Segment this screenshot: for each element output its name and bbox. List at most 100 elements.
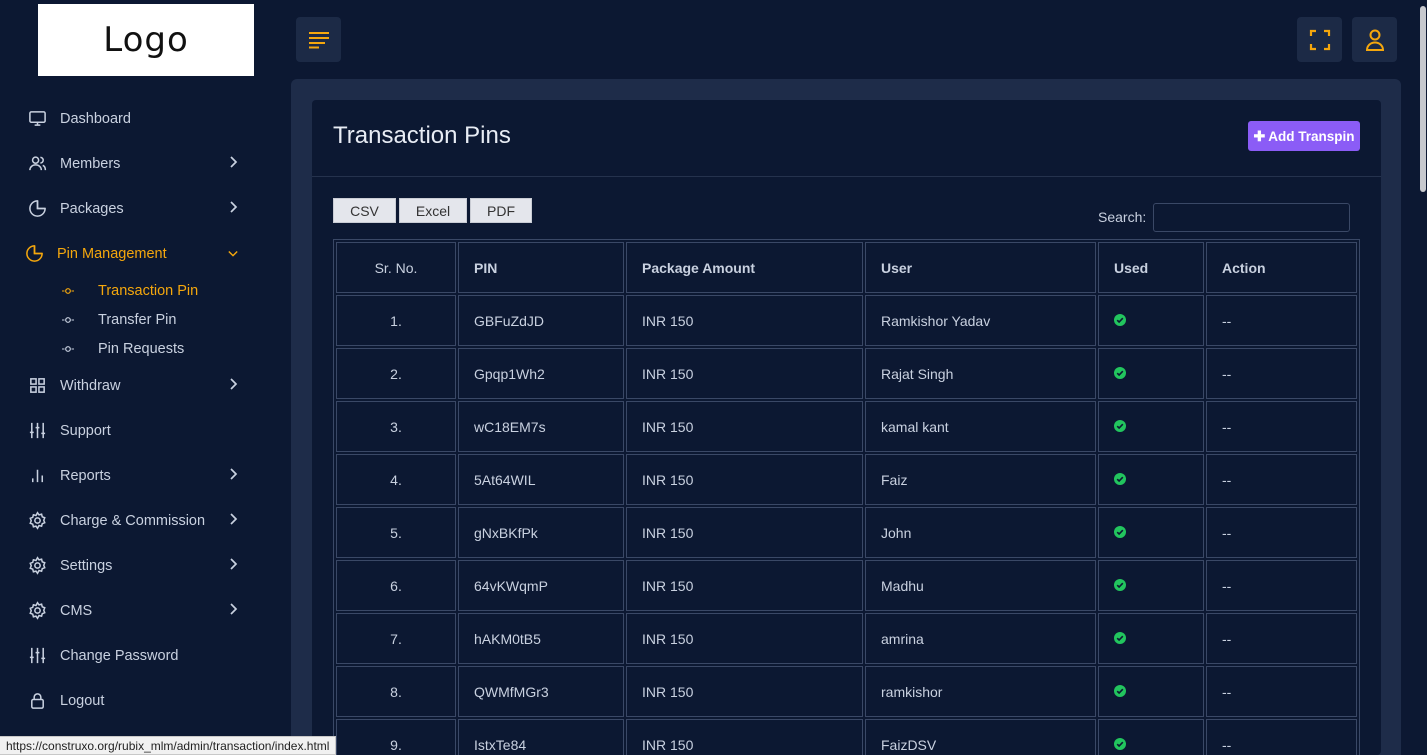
table-row: 7. hAKM0tB5 INR 150 amrina -- <box>336 613 1357 664</box>
sidebar-item-label: Support <box>60 422 111 439</box>
scrollbar-thumb[interactable] <box>1420 6 1426 192</box>
cell-pin: hAKM0tB5 <box>458 613 624 664</box>
cell-pin: QWMfMGr3 <box>458 666 624 717</box>
sidebar-item-label: Withdraw <box>60 377 121 394</box>
pie-chart-icon <box>26 198 48 220</box>
column-header-package-amount[interactable]: Package Amount <box>626 242 863 293</box>
check-circle-icon <box>1114 578 1126 591</box>
cell-used <box>1098 295 1204 346</box>
sidebar-subitem-transfer-pin[interactable]: Transfer Pin <box>62 305 272 334</box>
table-row: 4. 5At64WIL INR 150 Faiz -- <box>336 454 1357 505</box>
sidebar-item-logout[interactable]: Logout <box>0 678 272 723</box>
sidebar-subitem-label: Transfer Pin <box>98 311 177 328</box>
sidebar-item-packages[interactable]: Packages <box>0 186 272 231</box>
sidebar-item-members[interactable]: Members <box>0 141 272 186</box>
cell-used <box>1098 613 1204 664</box>
column-header-sr-no[interactable]: Sr. No. <box>336 242 456 293</box>
sidebar-subitem-label: Pin Requests <box>98 340 185 357</box>
sidebar-item-charge-commission[interactable]: Charge & Commission <box>0 498 272 543</box>
cell-user: Ramkishor Yadav <box>865 295 1096 346</box>
page-title: Transaction Pins <box>333 122 511 149</box>
table-header-row: Sr. No. PIN Package Amount User Used Act… <box>336 242 1357 293</box>
sidebar-item-change-password[interactable]: Change Password <box>0 633 272 678</box>
sidebar-item-cms[interactable]: CMS <box>0 588 272 633</box>
cell-package-amount: INR 150 <box>626 666 863 717</box>
search-input[interactable] <box>1153 203 1350 232</box>
fullscreen-button[interactable] <box>1297 17 1342 62</box>
sidebar-item-support[interactable]: Support <box>0 408 272 453</box>
pie-chart-icon <box>23 243 45 265</box>
sidebar-item-label: Dashboard <box>60 110 131 127</box>
logo[interactable]: Logo <box>38 4 254 76</box>
hamburger-icon <box>308 31 330 49</box>
user-profile-button[interactable] <box>1352 17 1397 62</box>
cell-user: ramkishor <box>865 666 1096 717</box>
sidebar-item-dashboard[interactable]: Dashboard <box>0 96 272 141</box>
cell-pin: 64vKWqmP <box>458 560 624 611</box>
cell-pin: IstxTe84 <box>458 719 624 755</box>
column-header-action[interactable]: Action <box>1206 242 1357 293</box>
cell-package-amount: INR 150 <box>626 401 863 452</box>
cell-package-amount: INR 150 <box>626 613 863 664</box>
cell-user: Faiz <box>865 454 1096 505</box>
cell-action: -- <box>1206 348 1357 399</box>
pdf-export-button[interactable]: PDF <box>470 198 532 223</box>
sidebar-item-label: Reports <box>60 467 111 484</box>
grid-icon <box>26 375 48 397</box>
column-header-pin[interactable]: PIN <box>458 242 624 293</box>
sidebar-item-label: Packages <box>60 200 124 217</box>
users-icon <box>26 153 48 175</box>
table-row: 2. Gpqp1Wh2 INR 150 Rajat Singh -- <box>336 348 1357 399</box>
cell-pin: GBFuZdJD <box>458 295 624 346</box>
sidebar-item-label: Pin Management <box>57 245 167 262</box>
circle-bullet-icon <box>62 343 74 355</box>
csv-export-button[interactable]: CSV <box>333 198 396 223</box>
sidebar-item-label: Charge & Commission <box>60 512 206 529</box>
column-header-user[interactable]: User <box>865 242 1096 293</box>
sidebar-item-settings[interactable]: Settings <box>0 543 272 588</box>
cell-package-amount: INR 150 <box>626 719 863 755</box>
sliders-icon <box>26 420 48 442</box>
sidebar-item-pin-management[interactable]: Pin Management <box>0 231 272 276</box>
sidebar-nav: Dashboard Members Packages Pin Managemen… <box>0 96 272 723</box>
column-header-used[interactable]: Used <box>1098 242 1204 293</box>
sidebar-subitem-transaction-pin[interactable]: Transaction Pin <box>62 276 272 305</box>
check-circle-icon <box>1114 313 1126 326</box>
pin-management-submenu: Transaction Pin Transfer Pin Pin Request… <box>0 276 272 363</box>
add-transpin-button[interactable]: ✚ Add Transpin <box>1248 121 1360 151</box>
gear-icon <box>26 555 48 577</box>
excel-export-button[interactable]: Excel <box>399 198 467 223</box>
monitor-icon <box>26 108 48 130</box>
chevron-right-icon <box>228 156 238 170</box>
sidebar-item-withdraw[interactable]: Withdraw <box>0 363 272 408</box>
search-label: Search: <box>1098 209 1147 225</box>
table-row: 5. gNxBKfPk INR 150 John -- <box>336 507 1357 558</box>
check-circle-icon <box>1114 525 1126 538</box>
sidebar-subitem-label: Transaction Pin <box>98 282 199 299</box>
cell-package-amount: INR 150 <box>626 348 863 399</box>
sliders-icon <box>26 645 48 667</box>
circle-bullet-icon <box>62 285 74 297</box>
sidebar-item-reports[interactable]: Reports <box>0 453 272 498</box>
check-circle-icon <box>1114 366 1126 379</box>
circle-bullet-icon <box>62 314 74 326</box>
chevron-right-icon <box>228 378 238 392</box>
cell-used <box>1098 348 1204 399</box>
cell-pin: gNxBKfPk <box>458 507 624 558</box>
cell-action: -- <box>1206 613 1357 664</box>
cell-action: -- <box>1206 401 1357 452</box>
check-circle-icon <box>1114 684 1126 697</box>
chevron-down-icon <box>228 248 238 262</box>
transaction-pins-card: Transaction Pins ✚ Add Transpin CSV Exce… <box>312 100 1381 755</box>
menu-toggle-button[interactable] <box>296 17 341 62</box>
cell-sr-no: 9. <box>336 719 456 755</box>
cell-sr-no: 5. <box>336 507 456 558</box>
transaction-pins-table: Sr. No. PIN Package Amount User Used Act… <box>333 239 1360 755</box>
gear-icon <box>26 600 48 622</box>
sidebar-subitem-pin-requests[interactable]: Pin Requests <box>62 334 272 363</box>
cell-used <box>1098 666 1204 717</box>
cell-user: FaizDSV <box>865 719 1096 755</box>
cell-pin: 5At64WIL <box>458 454 624 505</box>
sidebar-item-label: Settings <box>60 557 113 574</box>
check-circle-icon <box>1114 419 1126 432</box>
